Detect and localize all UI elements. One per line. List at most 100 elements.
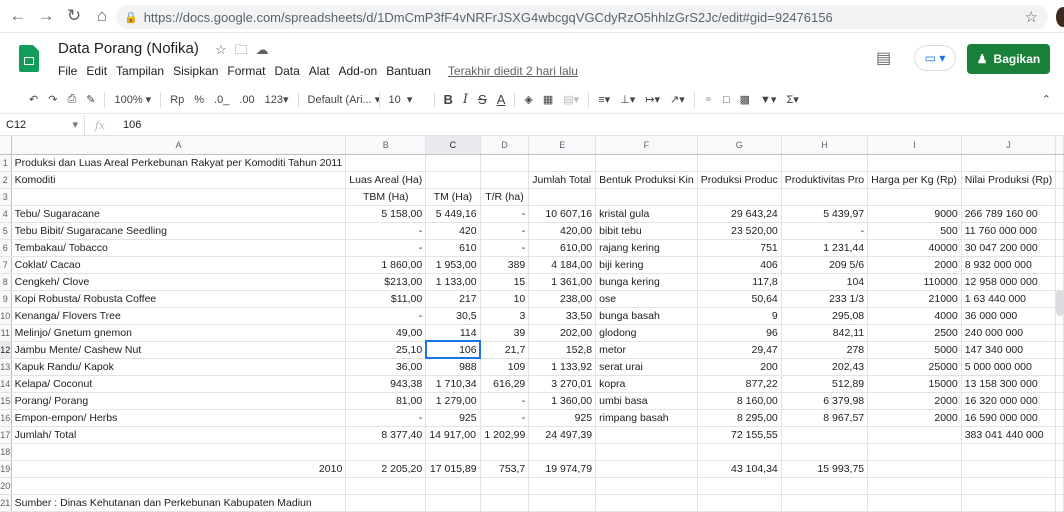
cell[interactable] [595,426,698,444]
cell[interactable]: 9000 [867,205,962,223]
cell[interactable]: 40000 [867,239,962,257]
cell[interactable] [11,477,347,495]
cell[interactable]: bunga basah [595,307,698,325]
cell[interactable]: 29 643,24 [697,205,782,223]
cell[interactable]: 6 379,98 [781,392,869,410]
cell[interactable] [480,494,530,512]
cell[interactable] [528,494,597,512]
menu-sisipkan[interactable]: Sisipkan [173,64,218,78]
cell[interactable]: Jumlah Total [528,171,597,189]
borders-icon[interactable]: ▦ [538,93,558,106]
cell[interactable] [11,443,347,461]
cell[interactable]: 15 993,75 [781,460,869,478]
cell[interactable]: - [480,239,530,257]
cell[interactable] [425,494,481,512]
cell[interactable]: 1 63 440 000 [961,290,1057,308]
cell[interactable]: Luas Areal (Ha) [345,171,427,189]
cell[interactable] [961,188,1057,206]
column-header[interactable]: G [697,136,782,155]
cell[interactable]: 500 [867,222,962,240]
cell[interactable] [595,460,698,478]
cell[interactable]: 33,50 [528,307,597,325]
cell[interactable]: 1 953,00 [425,256,481,274]
merge-cells-icon[interactable]: ▤▾ [558,93,584,106]
cell[interactable]: 106 [424,340,482,359]
strikethrough-button[interactable]: S [473,92,492,107]
cell[interactable]: 420 [425,222,481,240]
cell[interactable]: Jambu Mente/ Cashew Nut [11,341,347,359]
cell[interactable]: rajang kering [595,239,698,257]
cell[interactable]: Tebu Bibit/ Sugaracane Seedling [11,222,347,240]
cell[interactable]: T/R (ha) [480,188,530,206]
cell[interactable] [480,154,530,172]
text-rotation-icon[interactable]: ↗▾ [665,93,690,106]
cell[interactable] [1055,154,1064,172]
cell[interactable]: 200 [697,358,782,376]
cell[interactable]: 8 377,40 [345,426,427,444]
cell[interactable] [781,494,869,512]
more-formats-select[interactable]: 123▾ [260,93,294,106]
horizontal-align-icon[interactable]: ≡▾ [593,93,615,106]
cell[interactable]: 389 [480,256,530,274]
cell[interactable] [961,154,1057,172]
column-header[interactable]: A [11,136,347,155]
cell[interactable]: 266 789 160 00 [961,205,1057,223]
cell[interactable] [867,188,962,206]
cell[interactable]: 610 [425,239,481,257]
cell[interactable]: 15000 [867,375,962,393]
cell[interactable]: glodong [595,324,698,342]
decrease-decimal-button[interactable]: .0_ [209,94,234,106]
fill-color-icon[interactable]: ◈ [519,93,537,106]
cell[interactable]: 16 320 000 000 [961,392,1057,410]
column-header[interactable]: E [528,136,597,155]
cell[interactable]: kopra [595,375,698,393]
row-header[interactable]: 5 [0,222,12,240]
cell[interactable] [1055,239,1064,257]
cell[interactable]: Kopi Robusta/ Robusta Coffee [11,290,347,308]
cell[interactable] [1055,477,1064,495]
cell[interactable] [697,494,782,512]
cell[interactable] [1055,358,1064,376]
cell[interactable] [781,443,869,461]
cell[interactable]: 2000 [867,409,962,427]
cell[interactable]: 8 295,00 [697,409,782,427]
column-header[interactable]: H [781,136,869,155]
cell[interactable]: ose [595,290,698,308]
sheets-logo-icon[interactable] [19,45,39,72]
text-color-button[interactable]: A [492,92,511,107]
cell[interactable] [867,426,962,444]
row-header[interactable]: 17 [0,426,12,444]
text-wrap-icon[interactable]: ↦▾ [640,93,665,106]
cell[interactable]: 13 158 300 000 [961,375,1057,393]
cell[interactable]: 8 967,57 [781,409,869,427]
column-header[interactable]: B [345,136,427,155]
cell[interactable] [961,494,1057,512]
cell[interactable]: 842,11 [781,324,869,342]
cell[interactable]: 114 [425,324,481,342]
cell[interactable] [781,426,869,444]
cell[interactable]: 610,00 [528,239,597,257]
menu-add-on[interactable]: Add-on [338,64,377,78]
cell[interactable]: 9 [697,307,782,325]
cell[interactable] [528,188,597,206]
profile-avatar[interactable] [1056,7,1064,27]
cell[interactable]: 1 202,99 [480,426,530,444]
cell[interactable] [425,477,481,495]
collapse-toolbar-icon[interactable]: ⌃ [1037,93,1056,106]
cell[interactable] [961,460,1057,478]
italic-button[interactable]: I [458,92,473,107]
currency-format-button[interactable]: Rp [165,94,189,106]
paint-format-icon[interactable]: ✎ [81,93,100,106]
cell[interactable] [1055,171,1064,189]
formula-input[interactable]: 106 [115,119,141,131]
cell[interactable]: 233 1/3 [781,290,869,308]
cell[interactable] [528,154,597,172]
cell[interactable] [697,443,782,461]
row-header[interactable]: 7 [0,256,12,274]
cell[interactable] [1055,256,1064,274]
cell[interactable]: Kapuk Randu/ Kapok [11,358,347,376]
star-icon[interactable]: ☆ [215,42,235,57]
cell[interactable] [345,494,427,512]
bold-button[interactable]: B [439,92,458,107]
column-header[interactable]: C [425,136,481,155]
